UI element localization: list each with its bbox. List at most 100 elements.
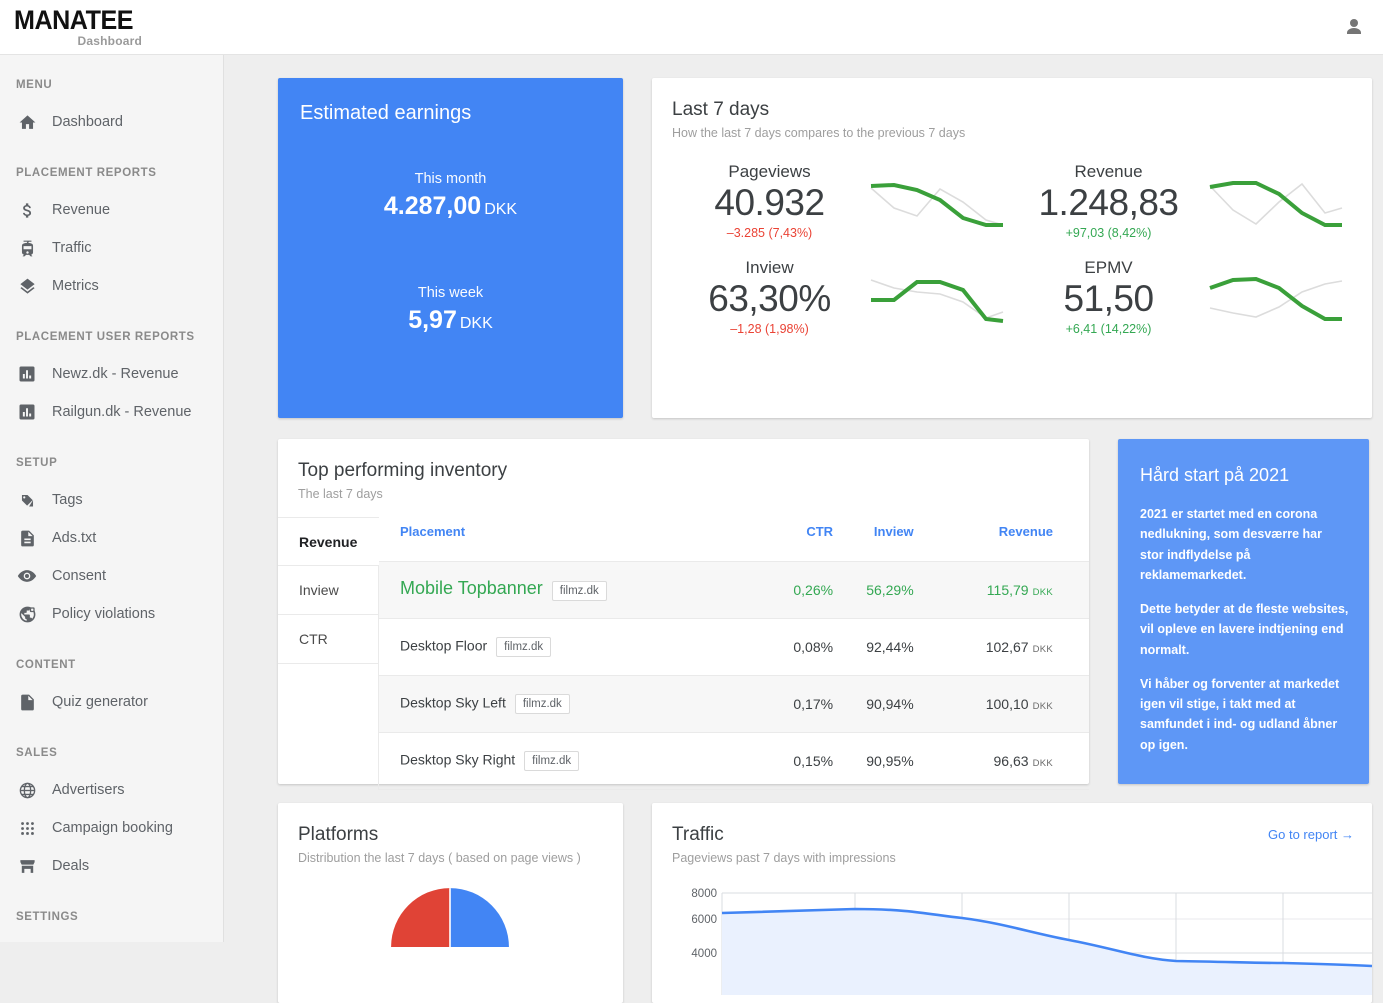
earnings-week-label: This week	[300, 285, 601, 301]
app-logo[interactable]: MANATEE Dashboard	[14, 7, 142, 47]
cell-placement: Desktop Sky Leftfilmz.dk	[379, 675, 766, 732]
table-row[interactable]: Desktop Sky Leftfilmz.dk 0,17% 90,94% 10…	[379, 675, 1089, 732]
earnings-month-label: This month	[300, 171, 601, 187]
site-chip: filmz.dk	[552, 581, 607, 601]
sidebar-item-label: Ads.txt	[52, 530, 96, 546]
top-bar: MANATEE Dashboard	[0, 0, 1383, 55]
traffic-area-fill	[722, 909, 1372, 995]
metric-label: EPMV	[1011, 258, 1206, 278]
sidebar-item-revenue[interactable]: Revenue	[0, 191, 223, 229]
sidebar-item-label: Deals	[52, 858, 89, 874]
metric-epmv: EPMV 51,50 +6,41 (14,22%)	[1011, 258, 1350, 336]
metric-delta: +97,03 (8,42%)	[1011, 226, 1206, 240]
column-header-ctr[interactable]: CTR	[766, 517, 833, 561]
policy-globe-icon	[16, 603, 38, 625]
dashboard-row-1: Estimated earnings This month 4.287,00DK…	[278, 78, 1372, 418]
earnings-week-value: 5,97DKK	[300, 306, 601, 335]
table-row[interactable]: Mobile Topbannerfilmz.dk 0,26% 56,29% 11…	[379, 561, 1089, 618]
currency-label: DKK	[1033, 587, 1053, 598]
pie-slice-mobile[interactable]	[391, 888, 450, 947]
column-header-revenue[interactable]: Revenue	[914, 517, 1089, 561]
sidebar-item-campaign-booking[interactable]: Campaign booking	[0, 809, 223, 847]
sidebar-item-newz-dk-revenue[interactable]: Newz.dk - Revenue	[0, 355, 223, 393]
sidebar-item-deals[interactable]: Deals	[0, 847, 223, 885]
sidebar-item-policy-violations[interactable]: Policy violations	[0, 595, 223, 633]
sidebar-item-railgun-dk-revenue[interactable]: Railgun.dk - Revenue	[0, 393, 223, 431]
go-to-report-link[interactable]: Go to report →	[1268, 827, 1354, 842]
cell-revenue: 96,63DKK	[914, 732, 1089, 789]
metric-value: 51,50	[1011, 278, 1206, 320]
y-axis-tick-8000: 8000	[691, 888, 717, 900]
earnings-month-amount: 4.287,00	[384, 192, 481, 220]
pie-slice-desktop[interactable]	[450, 888, 509, 947]
currency-label: DKK	[1033, 701, 1053, 712]
metric-grid: Pageviews 40.932 –3.285 (7,43%) Revenue …	[672, 162, 1350, 336]
table-header-row: Placement CTR Inview Revenue	[379, 517, 1089, 561]
cell-revenue: 102,67DKK	[914, 618, 1089, 675]
sidebar-item-label: Quiz generator	[52, 694, 148, 710]
tab-inview[interactable]: Inview	[278, 566, 379, 615]
metric-value: 1.248,83	[1011, 182, 1206, 224]
sidebar: MENU Dashboard PLACEMENT REPORTS Revenue…	[0, 55, 224, 942]
bar-chart-icon	[16, 401, 38, 423]
site-chip: filmz.dk	[496, 637, 551, 657]
earnings-week-amount: 5,97	[408, 306, 457, 334]
revenue-amount: 115,79	[987, 582, 1029, 598]
sidebar-section-settings: SETTINGS	[0, 911, 223, 923]
sidebar-item-metrics[interactable]: Metrics	[0, 267, 223, 305]
cell-ctr: 0,15%	[766, 732, 833, 789]
sidebar-item-ads-txt[interactable]: Ads.txt	[0, 519, 223, 557]
sidebar-item-tags[interactable]: Tags	[0, 481, 223, 519]
inview-sparkline	[867, 262, 1007, 332]
tram-icon	[16, 237, 38, 259]
sidebar-item-dashboard[interactable]: Dashboard	[0, 103, 223, 141]
metric-revenue: Revenue 1.248,83 +97,03 (8,42%)	[1011, 162, 1350, 240]
home-icon	[16, 111, 38, 133]
metric-label: Revenue	[1011, 162, 1206, 182]
cell-revenue: 115,79 DKK	[914, 561, 1089, 618]
cell-placement: Mobile Topbannerfilmz.dk	[379, 561, 766, 618]
card-title: Traffic	[672, 824, 1354, 846]
layers-icon	[16, 275, 38, 297]
news-paragraph: Dette betyder at de fleste websites, vil…	[1140, 599, 1349, 660]
currency-label: DKK	[1033, 758, 1053, 769]
logo-text: MANATEE	[14, 7, 133, 34]
table-row[interactable]: Desktop Floorfilmz.dk 0,08% 92,44% 102,6…	[379, 618, 1089, 675]
column-header-placement[interactable]: Placement	[379, 517, 766, 561]
epmv-sparkline	[1206, 262, 1346, 332]
sidebar-item-label: Campaign booking	[52, 820, 173, 836]
globe-icon	[16, 779, 38, 801]
account-circle-icon[interactable]	[1339, 12, 1369, 42]
site-chip: filmz.dk	[524, 751, 579, 771]
estimated-earnings-card: Estimated earnings This month 4.287,00DK…	[278, 78, 623, 418]
platforms-pie-chart	[298, 887, 601, 1003]
sidebar-item-label: Policy violations	[52, 606, 155, 622]
sidebar-item-quiz-generator[interactable]: Quiz generator	[0, 683, 223, 721]
earnings-this-month: This month 4.287,00DKK	[300, 171, 601, 221]
sidebar-item-label: Consent	[52, 568, 106, 584]
y-axis-tick-6000: 6000	[691, 914, 717, 926]
y-axis-tick-4000: 4000	[691, 948, 717, 960]
sidebar-item-label: Tags	[52, 492, 83, 508]
traffic-card: Traffic Pageviews past 7 days with impre…	[652, 803, 1372, 1003]
metric-delta: –3.285 (7,43%)	[672, 226, 867, 240]
column-header-inview[interactable]: Inview	[833, 517, 914, 561]
tab-revenue[interactable]: Revenue	[278, 517, 379, 566]
cell-inview: 90,95%	[833, 732, 914, 789]
card-title: Platforms	[298, 824, 601, 846]
tab-ctr[interactable]: CTR	[278, 615, 379, 664]
sidebar-item-traffic[interactable]: Traffic	[0, 229, 223, 267]
tag-icon	[16, 489, 38, 511]
sidebar-item-label: Dashboard	[52, 114, 123, 130]
table-row[interactable]: Desktop Sky Rightfilmz.dk 0,15% 90,95% 9…	[379, 732, 1089, 789]
store-icon	[16, 855, 38, 877]
sidebar-section-placement-reports: PLACEMENT REPORTS	[0, 167, 223, 179]
sidebar-item-advertisers[interactable]: Advertisers	[0, 771, 223, 809]
last-7-days-card: Last 7 days How the last 7 days compares…	[652, 78, 1372, 418]
metric-value: 63,30%	[672, 278, 867, 320]
dollar-icon	[16, 199, 38, 221]
earnings-this-week: This week 5,97DKK	[300, 285, 601, 335]
metric-value: 40.932	[672, 182, 867, 224]
cell-ctr: 0,17%	[766, 675, 833, 732]
sidebar-item-consent[interactable]: Consent	[0, 557, 223, 595]
